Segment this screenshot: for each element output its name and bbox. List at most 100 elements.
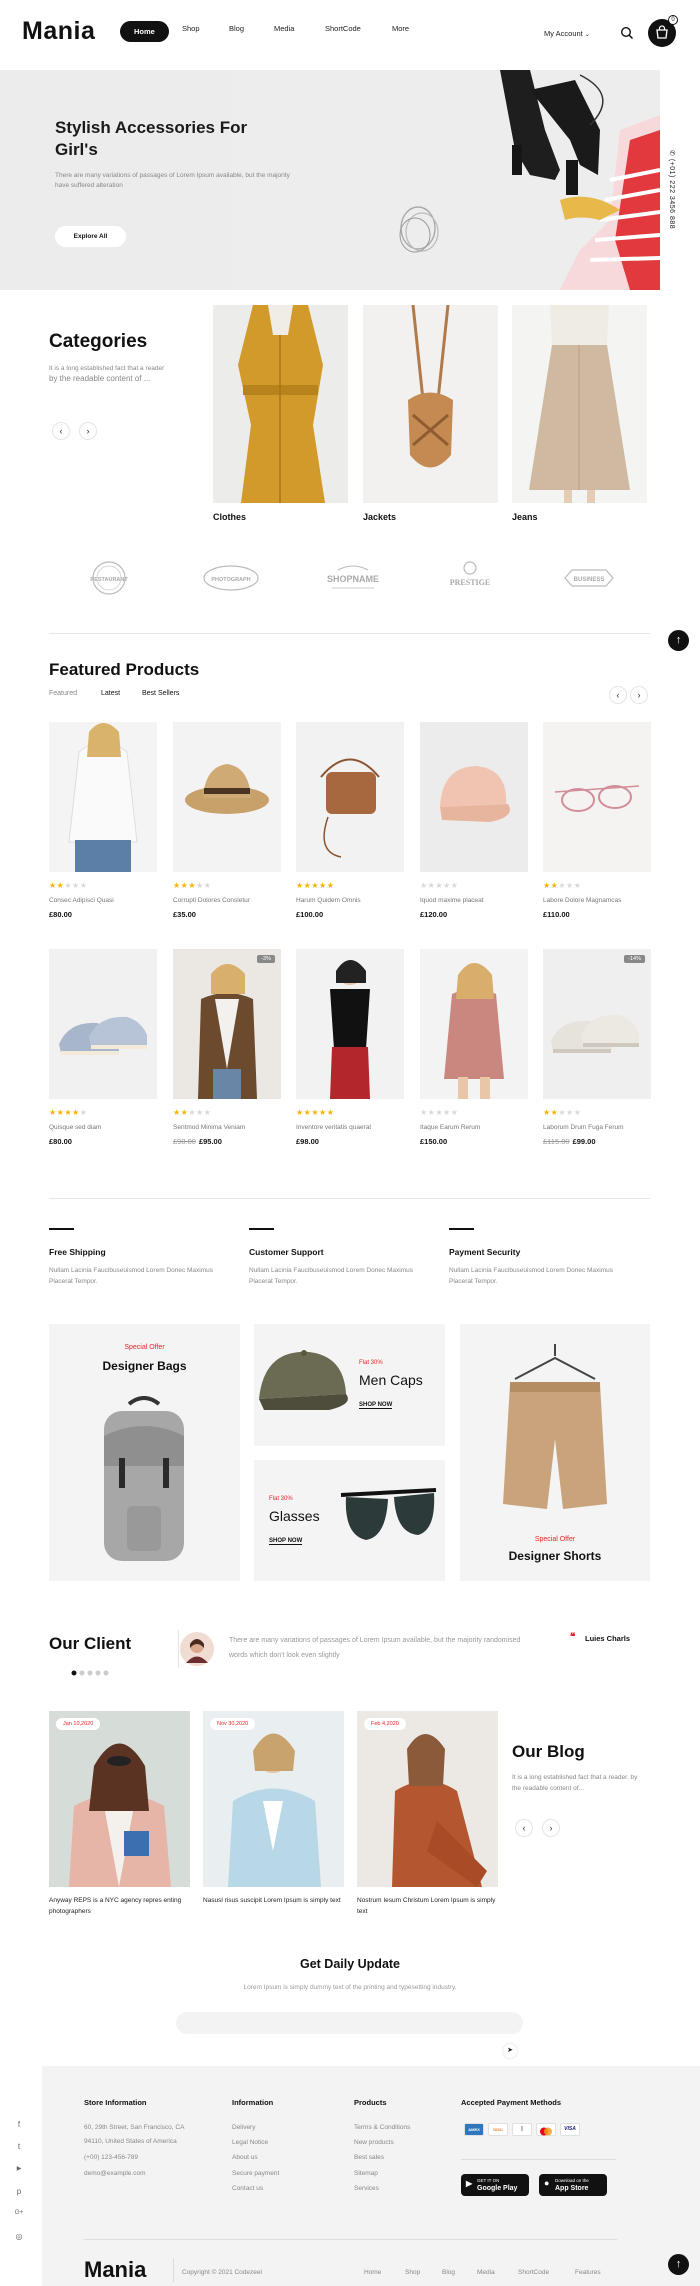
brand-logo-restaurant[interactable]: RESTAURANT [80,560,138,596]
footer-link-terms[interactable]: Terms & Conditions [354,2124,410,2131]
product-name[interactable]: Inventore veritatis quaerat [296,1124,371,1131]
site-logo[interactable]: Mania [22,17,95,46]
product-card[interactable]: ★★★★★ Corrupti Dolores Consletur £35.00 [173,722,281,922]
footer-link-new-products[interactable]: New products [354,2139,394,2146]
footer-logo[interactable]: Mania [84,2257,146,2283]
product-card[interactable]: ★★★★★ Inventore veritatis quaerat £98.00 [296,949,404,1149]
product-card[interactable]: ★★★★★ Consec Adipisci Quasi £80.00 [49,722,157,922]
nav-media[interactable]: Media [274,24,294,33]
shop-now-link[interactable]: SHOP NOW [269,1538,303,1545]
footer-nav-shortcode[interactable]: ShortCode [518,2269,549,2276]
footer-link-services[interactable]: Services [354,2185,379,2192]
scroll-top-button[interactable]: ↑ [668,2254,689,2275]
product-name[interactable]: Harum Quidem Omnis [296,897,361,904]
footer-link-sitemap[interactable]: Sitemap [354,2170,378,2177]
footer-link-delivery[interactable]: Delivery [232,2124,255,2131]
product-name[interactable]: Consec Adipisci Quasi [49,897,114,904]
blog-text[interactable]: Nostrum Iesum Christum Lorem Ipsum is si… [357,1895,498,1917]
product-image[interactable] [173,949,281,1099]
product-name[interactable]: Sentmod Minima Veniam [173,1124,245,1131]
featured-next-button[interactable]: › [630,686,648,704]
product-image[interactable] [420,722,528,872]
scroll-top-button[interactable]: ↑ [668,630,689,651]
product-card[interactable]: ★★★★★ Harum Quidem Omnis £100.00 [296,722,404,922]
footer-nav-blog[interactable]: Blog [442,2269,455,2276]
footer-link-secure-payment[interactable]: Secure payment [232,2170,279,2177]
footer-link-best-sales[interactable]: Best sales [354,2154,384,2161]
featured-prev-button[interactable]: ‹ [609,686,627,704]
product-name[interactable]: Iquod maxime placeat [420,897,484,904]
product-image[interactable] [296,722,404,872]
footer-link-legal-notice[interactable]: Legal Notice [232,2139,268,2146]
footer-link-contact-us[interactable]: Contact us [232,2185,263,2192]
client-dots[interactable] [71,1663,109,1676]
category-jackets-image[interactable] [363,305,498,503]
nav-home[interactable]: Home [120,21,169,42]
blog-text[interactable]: Anyway REPS is a NYC agency repres entin… [49,1895,190,1917]
tab-featured[interactable]: Featured [49,690,77,697]
product-card[interactable]: ★★★★★ Itaque Earum Rerum £150.00 [420,949,528,1149]
nav-more[interactable]: More [392,24,409,33]
facebook-icon[interactable]: f [14,2120,24,2129]
brand-logo-business[interactable]: BUSINESS [560,560,618,596]
category-jackets-label[interactable]: Jackets [363,512,396,522]
product-card[interactable]: -3% ★★★★★ Sentmod Minima Veniam £98.00 £95.0… [173,949,281,1149]
product-name[interactable]: Labore Dolore Magnamcas [543,897,621,904]
brand-logo-photograph[interactable]: PHOTOGRAPH [202,560,260,596]
product-image[interactable] [173,722,281,872]
product-image[interactable] [420,949,528,1099]
product-card[interactable]: ★★★★★ Quisque sed diam £80.00 [49,949,157,1149]
product-image[interactable] [49,949,157,1099]
product-card[interactable]: -14% ★★★★★ Laborum Drum Fuga Ferum £115.00 £… [543,949,651,1149]
google-plus-icon[interactable]: G+ [14,2209,24,2216]
product-name[interactable]: Itaque Earum Rerum [420,1124,480,1131]
offer-glasses[interactable]: Flat 30% Glasses SHOP NOW [254,1460,445,1581]
category-jeans-image[interactable] [512,305,647,503]
newsletter-email-input[interactable] [176,2012,523,2034]
brand-logo-prestige[interactable]: PRESTIGE [441,560,499,596]
twitter-icon[interactable]: t [14,2142,24,2151]
app-store-badge[interactable]: ● Download on the App Store [539,2174,607,2196]
footer-nav-home[interactable]: Home [364,2269,381,2276]
offer-designer-shorts[interactable]: Special Offer Designer Shorts [460,1324,650,1581]
product-name[interactable]: Quisque sed diam [49,1124,101,1131]
offer-men-caps[interactable]: Flat 30% Men Caps SHOP NOW [254,1324,445,1446]
category-clothes-image[interactable] [213,305,348,503]
tab-latest[interactable]: Latest [101,690,120,697]
newsletter-send-button[interactable]: ➤ [503,2044,517,2058]
footer-nav-shop[interactable]: Shop [405,2269,420,2276]
blog-prev-button[interactable]: ‹ [515,1819,533,1837]
search-icon[interactable] [620,26,634,40]
nav-shop[interactable]: Shop [182,24,200,33]
product-card[interactable]: ★★★★★ Labore Dolore Magnamcas £110.00 [543,722,651,922]
footer-link-about-us[interactable]: About us [232,2154,258,2161]
pinterest-icon[interactable]: p [14,2187,24,2196]
explore-all-button[interactable]: Explore All [55,226,126,247]
offer-designer-bags[interactable]: Special Offer Designer Bags [49,1324,240,1581]
blog-text[interactable]: Nasusl risus suscipit Lorem Ipsum is sim… [203,1895,344,1906]
my-account-menu[interactable]: My Account ⌄ [544,29,590,38]
category-clothes-label[interactable]: Clothes [213,512,246,522]
youtube-icon[interactable]: ▶ [14,2165,24,2172]
footer-nav-features[interactable]: Features [575,2269,601,2276]
product-card[interactable]: ★★★★★ Iquod maxime placeat £120.00 [420,722,528,922]
product-image[interactable] [49,722,157,872]
brand-logo-shopname[interactable]: SHOPNAME [320,560,386,596]
product-name[interactable]: Corrupti Dolores Consletur [173,897,250,904]
instagram-icon[interactable]: ◎ [14,2232,24,2241]
category-jeans-label[interactable]: Jeans [512,512,538,522]
shop-now-link[interactable]: SHOP NOW [359,1402,393,1409]
google-play-badge[interactable]: ▶ GET IT ON Google Play [461,2174,529,2196]
categories-prev-button[interactable]: ‹ [52,422,70,440]
product-image[interactable] [543,949,651,1099]
footer-email[interactable]: demo@example.com [84,2170,146,2177]
categories-next-button[interactable]: › [79,422,97,440]
blog-next-button[interactable]: › [542,1819,560,1837]
tab-best-sellers[interactable]: Best Sellers [142,690,179,697]
nav-shortcode[interactable]: ShortCode [325,24,361,33]
product-name[interactable]: Laborum Drum Fuga Ferum [543,1124,624,1131]
nav-blog[interactable]: Blog [229,24,244,33]
product-image[interactable] [543,722,651,872]
product-image[interactable] [296,949,404,1099]
footer-nav-media[interactable]: Media [477,2269,495,2276]
